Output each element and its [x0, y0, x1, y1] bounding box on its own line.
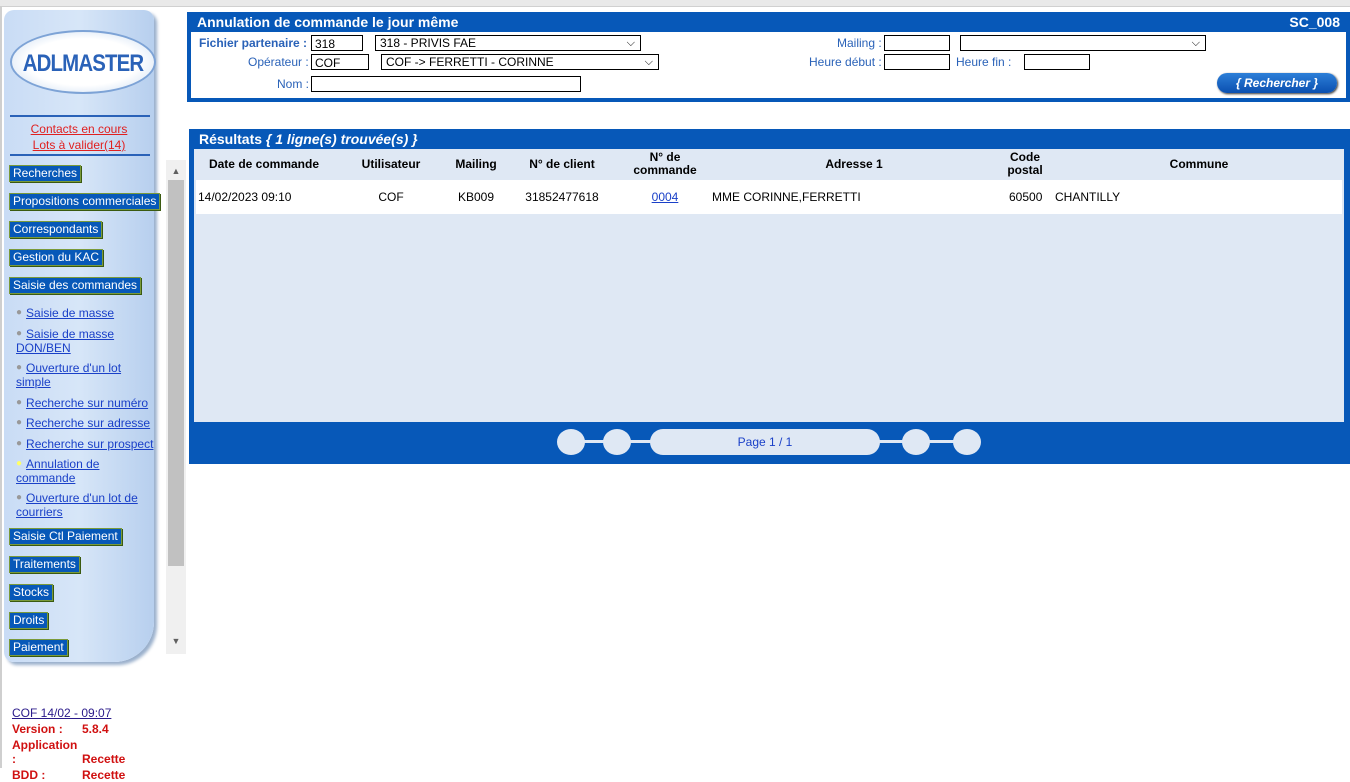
bdd-row: BDD : Recette — [12, 768, 126, 782]
cell-client: 31852477618 — [525, 190, 599, 204]
col-header-postal[interactable]: Code postal — [990, 149, 1060, 179]
logo-text: ADLMASTER — [22, 50, 144, 77]
previous-page-button[interactable] — [603, 429, 631, 455]
lots-link[interactable]: Lots à valider(14) — [4, 138, 154, 152]
session-link[interactable]: COF 14/02 - 09:07 — [12, 706, 125, 720]
submenu-ouverture-lot-courriers[interactable]: ● Ouverture d'un lot de courriers — [16, 491, 156, 519]
col-header-mailing[interactable]: Mailing — [440, 149, 512, 179]
menu-propositions-commerciales[interactable]: Propositions commerciales — [9, 193, 161, 210]
first-page-button[interactable] — [557, 429, 585, 455]
submenu-annulation-commande[interactable]: ● Annulation de commande — [16, 457, 156, 485]
bullet-icon: ● — [16, 328, 23, 339]
sidebar: ADLMASTER Contacts en cours Lots à valid… — [4, 10, 161, 662]
browser-top-bar — [0, 0, 1350, 7]
partner-select[interactable]: 318 - PRIVIS FAE ⌵ — [375, 35, 641, 51]
col-header-city[interactable]: Commune — [1134, 149, 1264, 179]
results-count: { 1 ligne(s) trouvée(s) } — [265, 131, 418, 147]
cell-city: CHANTILLY — [1055, 190, 1121, 204]
window-left-edge — [0, 6, 2, 768]
start-time-label: Heure début : — [809, 55, 882, 69]
submenu-ouverture-lot-simple[interactable]: ● Ouverture d'un lot simple — [16, 361, 156, 389]
chevron-down-icon: ⌵ — [1191, 37, 1200, 49]
bullet-icon: ● — [16, 397, 23, 408]
last-page-button[interactable] — [953, 429, 981, 455]
menu-stocks[interactable]: Stocks — [9, 584, 54, 601]
mailing-label: Mailing : — [837, 36, 882, 50]
cell-postal: 60500 — [1009, 190, 1043, 204]
menu-traitements[interactable]: Traitements — [9, 556, 80, 573]
partner-label: Fichier partenaire : — [199, 36, 308, 50]
operator-select[interactable]: COF -> FERRETTI - CORINNE ⌵ — [381, 54, 659, 70]
version-row: Version :5.8.4 — [12, 722, 109, 736]
menu-droits[interactable]: Droits — [9, 612, 49, 629]
cell-address: MME CORINNE,FERRETTI — [712, 190, 861, 204]
sidebar-divider — [10, 115, 150, 117]
submenu-recherche-prospect[interactable]: ● Recherche sur prospect — [16, 437, 156, 451]
operator-code-input[interactable]: COF — [311, 54, 369, 70]
menu-recherches[interactable]: Recherches — [9, 165, 82, 182]
mailing-select[interactable]: ⌵ — [960, 35, 1206, 51]
operator-label: Opérateur : — [248, 55, 309, 69]
menu-saisie-ctl-paiement[interactable]: Saisie Ctl Paiement — [9, 528, 122, 545]
cell-user: COF — [378, 190, 404, 204]
page-indicator: Page 1 / 1 — [650, 429, 880, 455]
col-header-order[interactable]: N° de commande — [620, 149, 710, 179]
name-label: Nom : — [277, 77, 310, 91]
results-table: Date de commande Utilisateur Mailing N° … — [194, 149, 1344, 422]
bullet-icon: ● — [16, 362, 23, 373]
pagination: Page 1 / 1 — [189, 422, 1350, 464]
cell-mailing: KB009 — [457, 190, 495, 204]
search-form: Fichier partenaire : 318 318 - PRIVIS FA… — [191, 32, 1346, 98]
end-time-label: Heure fin : — [956, 55, 1012, 69]
order-link[interactable]: 0004 — [652, 190, 679, 204]
col-header-date[interactable]: Date de commande — [194, 149, 334, 179]
search-panel: Annulation de commande le jour même SC_0… — [187, 12, 1350, 102]
results-title: Résultats { 1 ligne(s) trouvée(s) } — [199, 131, 418, 147]
session-footer: COF 14/02 - 09:07 Version :5.8.4 Applica… — [12, 706, 125, 782]
col-header-user[interactable]: Utilisateur — [344, 149, 438, 179]
start-time-input[interactable] — [884, 54, 950, 70]
results-panel: Résultats { 1 ligne(s) trouvée(s) } Date… — [189, 129, 1350, 464]
submenu-recherche-numero[interactable]: ● Recherche sur numéro — [16, 396, 156, 410]
scrollbar-thumb[interactable] — [168, 180, 184, 566]
screen-code: SC_008 — [1289, 14, 1340, 30]
active-bullet-icon: ● — [16, 458, 23, 469]
submenu-recherche-adresse[interactable]: ● Recherche sur adresse — [16, 416, 156, 430]
bullet-icon: ● — [16, 492, 23, 503]
sidebar-divider — [10, 154, 150, 156]
name-input[interactable] — [311, 76, 581, 92]
menu-paiement[interactable]: Paiement — [9, 639, 68, 656]
contacts-link[interactable]: Contacts en cours — [4, 122, 154, 136]
chevron-down-icon: ⌵ — [644, 56, 653, 68]
table-row[interactable]: 14/02/2023 09:10 COF KB009 31852477618 0… — [196, 180, 1342, 214]
cell-date: 14/02/2023 09:10 — [198, 190, 292, 204]
menu-correspondants[interactable]: Correspondants — [9, 221, 103, 238]
cell-order: 0004 — [620, 180, 710, 214]
menu-saisie-commandes[interactable]: Saisie des commandes — [9, 277, 142, 294]
partner-code-input[interactable]: 318 — [311, 35, 363, 51]
submenu-saisie-masse[interactable]: ● Saisie de masse — [16, 306, 156, 320]
col-header-client[interactable]: N° de client — [516, 149, 608, 179]
scroll-down-arrow-icon[interactable]: ▼ — [166, 632, 186, 650]
submenu-saisie-masse-don-ben[interactable]: ● Saisie de masse DON/BEN — [16, 327, 156, 355]
col-header-address[interactable]: Adresse 1 — [784, 149, 924, 179]
application-row: Application : Recette — [12, 738, 126, 766]
bullet-icon: ● — [16, 417, 23, 428]
end-time-input[interactable] — [1024, 54, 1090, 70]
bullet-icon: ● — [16, 438, 23, 449]
app-logo[interactable]: ADLMASTER — [10, 30, 156, 94]
bullet-icon: ● — [16, 307, 23, 318]
page-title: Annulation de commande le jour même — [197, 14, 459, 30]
next-page-button[interactable] — [902, 429, 930, 455]
scroll-up-arrow-icon[interactable]: ▲ — [166, 162, 186, 180]
sidebar-scrollbar[interactable]: ▲ ▼ — [166, 160, 186, 654]
mailing-input[interactable] — [884, 35, 950, 51]
menu-gestion-kac[interactable]: Gestion du KAC — [9, 249, 104, 266]
search-button[interactable]: { Rechercher } — [1217, 73, 1337, 93]
chevron-down-icon: ⌵ — [626, 37, 635, 49]
